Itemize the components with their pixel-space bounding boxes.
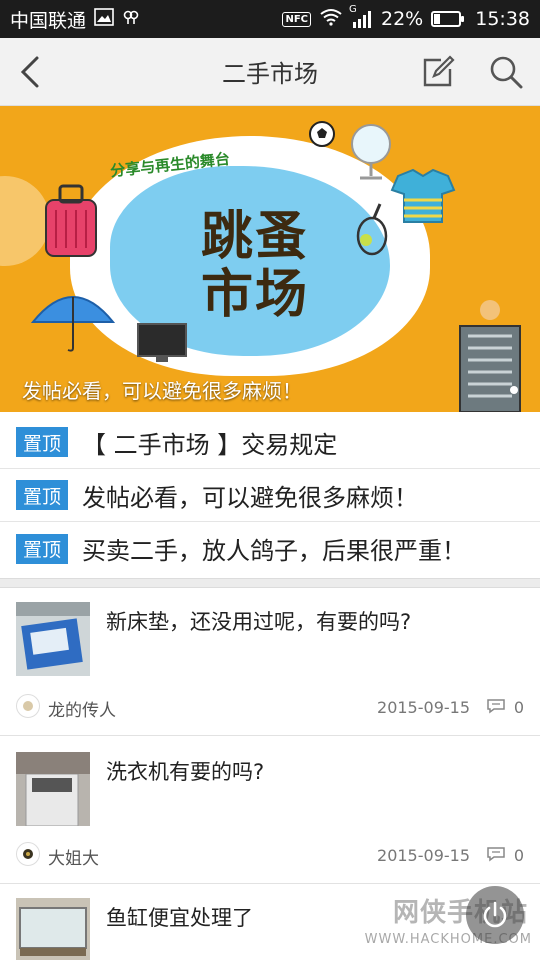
power-icon <box>483 901 507 928</box>
post-date: 2015-09-15 <box>377 698 470 717</box>
carrier-label: 中国联通 <box>10 9 87 32</box>
fan-icon <box>351 124 391 180</box>
sticky-post-list: 置顶 【 二手市场 】交易规定 置顶 发帖必看，可以避免很多麻烦！ 置顶 买卖二… <box>0 416 540 575</box>
sticky-post-title: 【 二手市场 】交易规定 <box>82 430 338 459</box>
compose-button[interactable] <box>418 52 458 92</box>
post-title: 鱼缸便宜处理了 <box>106 906 253 930</box>
sticky-post-item[interactable]: 置顶 发帖必看，可以避免很多麻烦！ <box>0 469 540 522</box>
avatar-image <box>23 849 33 859</box>
chevron-left-icon <box>20 56 39 88</box>
battery-percent: 22% <box>381 8 424 30</box>
floating-action-button[interactable] <box>466 886 524 944</box>
sticky-post-item[interactable]: 置顶 【 二手市场 】交易规定 <box>0 416 540 469</box>
post-thumbnail <box>16 752 90 826</box>
sticky-post-title: 发帖必看，可以避免很多麻烦！ <box>82 483 418 512</box>
banner-headline-bottom: 市场 <box>200 265 309 325</box>
pinned-badge: 置顶 <box>16 427 68 457</box>
post-title: 新床垫，还没用过呢，有要的吗? <box>106 610 412 634</box>
umbrella-icon <box>30 296 116 352</box>
shirt-icon <box>390 168 456 223</box>
banner-carousel[interactable]: 分享与再生的舞台 跳蚤 市场 发帖必看，可以避免很多麻烦！ <box>0 106 540 412</box>
sticky-post-item[interactable]: 置顶 买卖二手，放人鸽子，后果很严重！ <box>0 522 540 575</box>
avatar <box>16 842 40 866</box>
network-type-label: G <box>349 4 357 15</box>
clock: 15:38 <box>475 8 530 30</box>
banner-caption: 发帖必看，可以避免很多麻烦！ <box>22 379 302 403</box>
status-bar: 中国联通 NFC G 22% 15:38 <box>0 0 540 38</box>
post-list-item[interactable]: 新床垫，还没用过呢，有要的吗? 龙的传人 2015-09-15 0 <box>0 588 540 736</box>
post-author: 大姐大 <box>48 849 99 869</box>
carousel-indicator-dot <box>510 386 518 394</box>
post-title: 洗衣机有要的吗? <box>106 760 265 784</box>
post-author: 龙的传人 <box>48 701 116 721</box>
wifi-icon <box>319 8 343 31</box>
nfc-icon: NFC <box>282 11 311 27</box>
avatar-image <box>23 701 33 711</box>
signal-icon: G <box>349 4 373 28</box>
banner-headline-top: 跳蚤 <box>200 207 309 267</box>
app-header: 二手市场 <box>0 38 540 106</box>
battery-fill <box>434 14 440 24</box>
search-icon <box>490 56 523 89</box>
comment-icon <box>487 847 505 862</box>
banner-headline: 跳蚤 市场 <box>130 208 380 324</box>
edit-icon <box>423 55 455 87</box>
pinned-badge: 置顶 <box>16 533 68 564</box>
comment-count: 0 <box>513 698 524 717</box>
avatar <box>16 694 40 718</box>
wechat-notification-icon <box>122 8 140 31</box>
image-notification-icon <box>94 7 114 31</box>
back-button[interactable] <box>10 50 50 94</box>
post-list-item[interactable]: 洗衣机有要的吗? 大姐大 2015-09-15 0 <box>0 736 540 884</box>
pinned-badge: 置顶 <box>16 480 68 510</box>
suitcase-icon <box>45 184 97 257</box>
building-icon <box>459 300 521 412</box>
racket-icon <box>356 203 388 256</box>
post-thumbnail <box>16 602 90 676</box>
tv-icon <box>137 323 187 362</box>
soccer-ball-icon <box>309 121 335 147</box>
sticky-post-title: 买卖二手，放人鸽子，后果很严重！ <box>82 537 466 565</box>
section-divider <box>0 578 540 588</box>
post-date: 2015-09-15 <box>377 846 470 865</box>
comment-count: 0 <box>513 846 524 865</box>
post-thumbnail <box>16 898 90 960</box>
comment-icon <box>487 699 505 714</box>
page-title: 二手市场 <box>222 60 318 88</box>
battery-icon <box>431 11 465 27</box>
search-button[interactable] <box>486 52 526 92</box>
